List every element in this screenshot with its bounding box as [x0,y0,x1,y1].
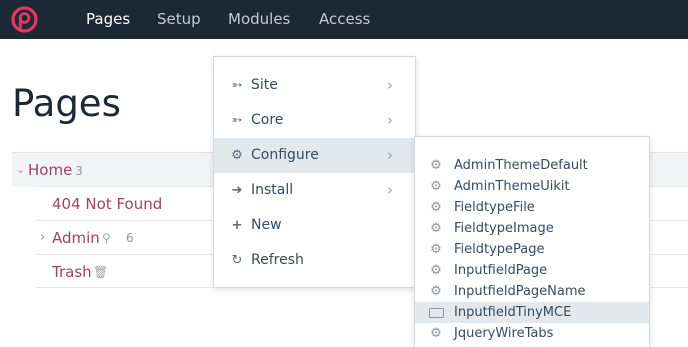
chevron-right-icon: › [387,76,393,94]
gear-icon: ⚙ [430,221,442,236]
tree-item-count: 3 [75,164,83,178]
menu-item-new[interactable]: + New [214,208,415,243]
plug-icon: ➳ [231,113,243,128]
chevron-down-icon[interactable]: ⌄ [16,153,25,187]
refresh-icon: ↻ [231,253,243,268]
keyboard-icon [429,308,444,318]
nav-access[interactable]: Access [319,0,370,39]
submenu-item[interactable]: ⚙ InputfieldPageName [415,281,649,302]
tree-item-label[interactable]: 404 Not Found [52,187,162,221]
submenu-item-label: FieldtypeFile [454,200,535,215]
page-title: Pages [12,82,121,125]
plus-icon: + [231,218,243,233]
menu-item-label: Install [251,182,294,198]
plug-icon: ➳ [231,78,243,93]
processwire-logo-icon[interactable] [11,6,38,33]
gear-icon: ⚙ [430,200,442,215]
nav-setup[interactable]: Setup [157,0,201,39]
gear-icon: ⚙ [231,148,243,163]
menu-item-refresh[interactable]: ↻ Refresh [214,243,415,278]
tree-item-home[interactable]: Home 3 [28,153,83,188]
gear-icon: ⚙ [430,242,442,257]
chevron-right-icon: › [387,111,393,129]
key-icon: ⚲ [102,231,111,245]
submenu-item-label: InputfieldPage [454,263,548,278]
chevron-right-icon[interactable]: › [40,221,45,255]
submenu-item-label: AdminThemeUikit [454,179,570,194]
gear-icon: ⚙ [430,263,442,278]
tree-item-label[interactable]: Admin [52,221,100,255]
submenu-item[interactable]: ⚙ FieldtypeImage [415,218,649,239]
nav-pages[interactable]: Pages [86,0,130,39]
tree-item-label[interactable]: Home [28,161,72,179]
submenu-item[interactable]: ⚙ InputfieldPage [415,260,649,281]
sign-in-icon: ➜ [231,183,243,198]
menu-item-configure[interactable]: ⚙ Configure › [214,138,415,173]
menu-item-label: Core [251,112,284,128]
menu-item-label: Site [251,77,278,93]
submenu-item[interactable]: ⚙ FieldtypeFile [415,197,649,218]
submenu-item[interactable]: ⚙ AdminThemeDefault [415,155,649,176]
submenu-item-label: InputfieldTinyMCE [454,305,572,320]
modules-dropdown: ➳ Site › ➳ Core › ⚙ Configure › ➜ Instal… [213,56,416,288]
gear-icon: ⚙ [430,158,442,173]
tree-item-label[interactable]: Trash [52,255,92,289]
top-navbar: Pages Setup Modules Access [0,0,688,39]
submenu-item-label: FieldtypePage [454,242,545,257]
submenu-item[interactable]: InputfieldTinyMCE [415,302,649,323]
trash-icon: 🗑 [93,265,109,279]
menu-item-label: New [251,217,282,233]
submenu-item[interactable]: ⚙ AdminThemeUikit [415,176,649,197]
gear-icon: ⚙ [430,284,442,299]
nav-modules[interactable]: Modules [228,0,290,39]
configure-submenu: ⚙ AdminThemeDefault ⚙ AdminThemeUikit ⚙ … [414,136,650,347]
submenu-item[interactable]: ⚙ FieldtypePage [415,239,649,260]
submenu-item-label: AdminThemeDefault [454,158,588,173]
menu-item-core[interactable]: ➳ Core › [214,103,415,138]
chevron-right-icon: › [387,146,393,164]
menu-item-install[interactable]: ➜ Install › [214,173,415,208]
menu-item-label: Configure [251,147,319,163]
gear-icon: ⚙ [430,179,442,194]
menu-item-site[interactable]: ➳ Site › [214,68,415,103]
submenu-item-label: InputfieldPageName [454,284,586,299]
chevron-right-icon: › [387,181,393,199]
submenu-item-label: FieldtypeImage [454,221,554,236]
tree-item-count: 6 [126,231,134,245]
menu-item-label: Refresh [251,252,304,268]
